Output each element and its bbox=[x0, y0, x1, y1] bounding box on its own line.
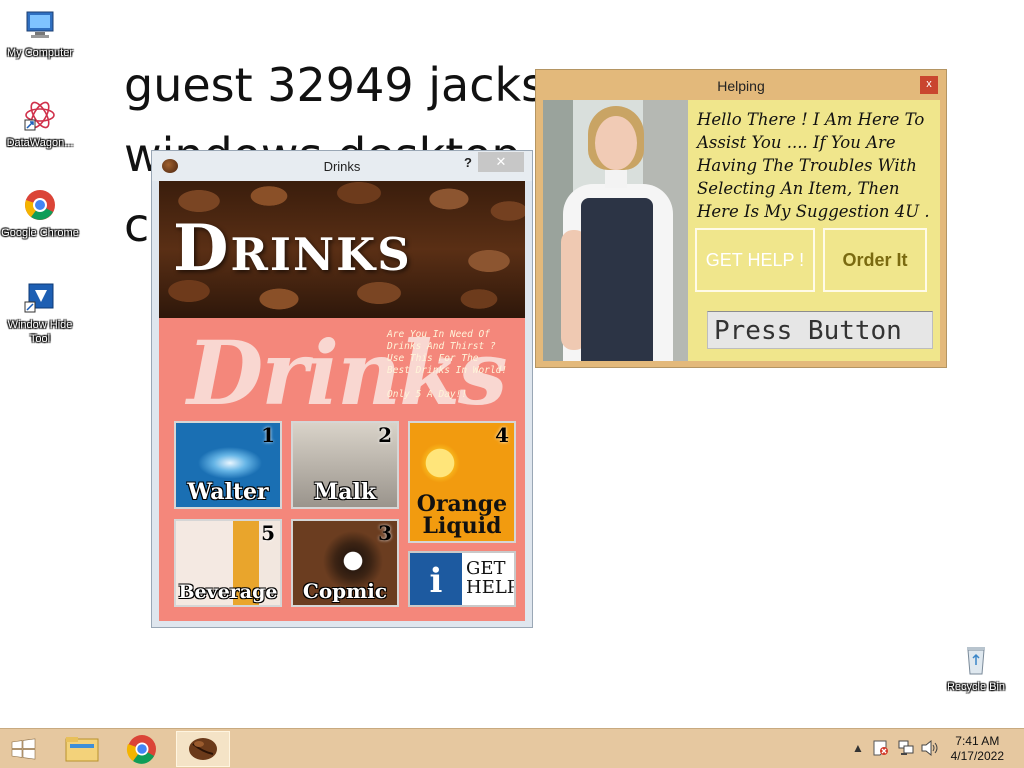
promo-line: Use This For The bbox=[387, 353, 479, 364]
tile-number: 4 bbox=[495, 423, 509, 447]
chrome-icon bbox=[23, 188, 57, 222]
promo-gap bbox=[387, 377, 523, 389]
get-help-label: GET HELP bbox=[466, 558, 516, 598]
start-button[interactable] bbox=[0, 731, 48, 767]
drink-tile-copmic[interactable]: 3 Copmic bbox=[291, 519, 399, 607]
promo-line: Drinks And Thirst ? bbox=[387, 341, 496, 352]
drinks-window: Drinks ? ✕ Drinks Drinks Are You In Need… bbox=[151, 150, 533, 628]
my-computer-shortcut[interactable]: My Computer bbox=[0, 8, 80, 60]
taskbar-file-explorer[interactable] bbox=[56, 731, 108, 767]
datawagon-icon bbox=[23, 98, 57, 132]
assistant-photo bbox=[543, 100, 688, 361]
order-it-button[interactable]: Order It bbox=[823, 228, 927, 292]
volume-icon[interactable] bbox=[920, 739, 940, 760]
tile-name: Orange Liquid bbox=[416, 491, 508, 539]
photo-apron bbox=[581, 198, 653, 361]
promo-line: Are You In Need Of bbox=[387, 329, 490, 340]
computer-icon bbox=[23, 8, 57, 42]
coffee-beans-banner: Drinks bbox=[159, 181, 525, 318]
action-center-icon[interactable] bbox=[872, 739, 890, 760]
background-text-line-3: c bbox=[124, 198, 150, 252]
network-icon[interactable] bbox=[896, 739, 916, 760]
recycle-bin-icon bbox=[959, 642, 993, 676]
help-button[interactable]: ? bbox=[464, 155, 472, 170]
close-button[interactable]: x bbox=[920, 76, 938, 94]
taskbar-drinks-app[interactable] bbox=[176, 731, 230, 767]
icon-label: DataWagon... bbox=[6, 137, 74, 149]
drink-tile-orange-liquid[interactable]: 4 Orange Liquid bbox=[408, 421, 516, 543]
tile-number: 5 bbox=[261, 521, 275, 545]
window-title: Drinks bbox=[323, 159, 361, 174]
datawagon-shortcut[interactable]: DataWagon... bbox=[0, 98, 80, 150]
google-chrome-shortcut[interactable]: Google Chrome bbox=[0, 188, 80, 240]
folder-icon bbox=[65, 737, 99, 762]
tile-number: 2 bbox=[378, 423, 392, 447]
recycle-bin-shortcut[interactable]: Recycle Bin bbox=[936, 642, 1016, 694]
system-clock[interactable]: 7:41 AM 4/17/2022 bbox=[951, 734, 1004, 764]
promo-line: Best Drinks In World! bbox=[387, 365, 508, 376]
press-button-field[interactable]: Press Button bbox=[707, 311, 933, 349]
background-text-line-1: guest 32949 jacks bbox=[124, 58, 546, 112]
promo-text: Are You In Need Of Drinks And Thirst ? U… bbox=[387, 329, 523, 401]
get-help-line-1: GET bbox=[466, 558, 506, 579]
icon-label: Recycle Bin bbox=[946, 681, 1006, 693]
icon-label: My Computer bbox=[6, 47, 74, 59]
assistant-message: Hello There ! I Am Here To Assist You ..… bbox=[697, 110, 930, 221]
tile-number: 1 bbox=[261, 423, 275, 447]
window-title: Helping bbox=[717, 78, 765, 94]
taskbar: ▲ 7:41 AM 4/17/2022 bbox=[0, 728, 1024, 768]
coffee-bean-icon bbox=[189, 738, 217, 760]
taskbar-chrome[interactable] bbox=[116, 731, 168, 767]
drink-tile-walter[interactable]: 1 Walter bbox=[174, 421, 282, 509]
tile-name: Beverage bbox=[178, 581, 278, 603]
get-help-line-2: HELP bbox=[466, 577, 516, 598]
close-button[interactable]: ✕ bbox=[478, 152, 524, 172]
banner-title: Drinks bbox=[173, 211, 412, 286]
promo-line: Only 5 A Day!! bbox=[387, 389, 468, 400]
drink-tile-beverage[interactable]: 5 Beverage bbox=[174, 519, 282, 607]
get-help-tile[interactable]: i GET HELP bbox=[408, 551, 516, 607]
tile-number: 3 bbox=[378, 521, 392, 545]
info-icon: i bbox=[429, 561, 443, 601]
tile-name: Copmic bbox=[302, 579, 388, 603]
photo-face bbox=[595, 116, 637, 170]
tile-name: Walter bbox=[187, 479, 269, 505]
get-help-button[interactable]: GET HELP ! bbox=[695, 228, 815, 292]
helping-window: Helping x Hello There ! I Am Here To Ass… bbox=[535, 69, 947, 368]
drinks-titlebar[interactable]: Drinks ? ✕ bbox=[152, 151, 532, 181]
helping-client-area: Hello There ! I Am Here To Assist You ..… bbox=[543, 100, 940, 361]
window-hide-tool-shortcut[interactable]: Window Hide Tool bbox=[0, 280, 80, 346]
icon-label: Google Chrome bbox=[1, 227, 79, 239]
clock-date: 4/17/2022 bbox=[950, 749, 1004, 763]
icon-label: Window Hide Tool bbox=[7, 319, 73, 345]
tray-overflow-arrow[interactable]: ▲ bbox=[852, 741, 864, 755]
window-hide-icon bbox=[23, 280, 57, 314]
chrome-icon bbox=[126, 735, 156, 764]
tile-name: Malk bbox=[313, 479, 377, 505]
drinks-client-area: Drinks Drinks Are You In Need Of Drinks … bbox=[159, 181, 525, 621]
drink-tile-malk[interactable]: 2 Malk bbox=[291, 421, 399, 509]
helping-titlebar[interactable]: Helping x bbox=[536, 70, 946, 100]
windows-logo-icon bbox=[11, 738, 36, 760]
clock-time: 7:41 AM bbox=[955, 734, 1000, 748]
